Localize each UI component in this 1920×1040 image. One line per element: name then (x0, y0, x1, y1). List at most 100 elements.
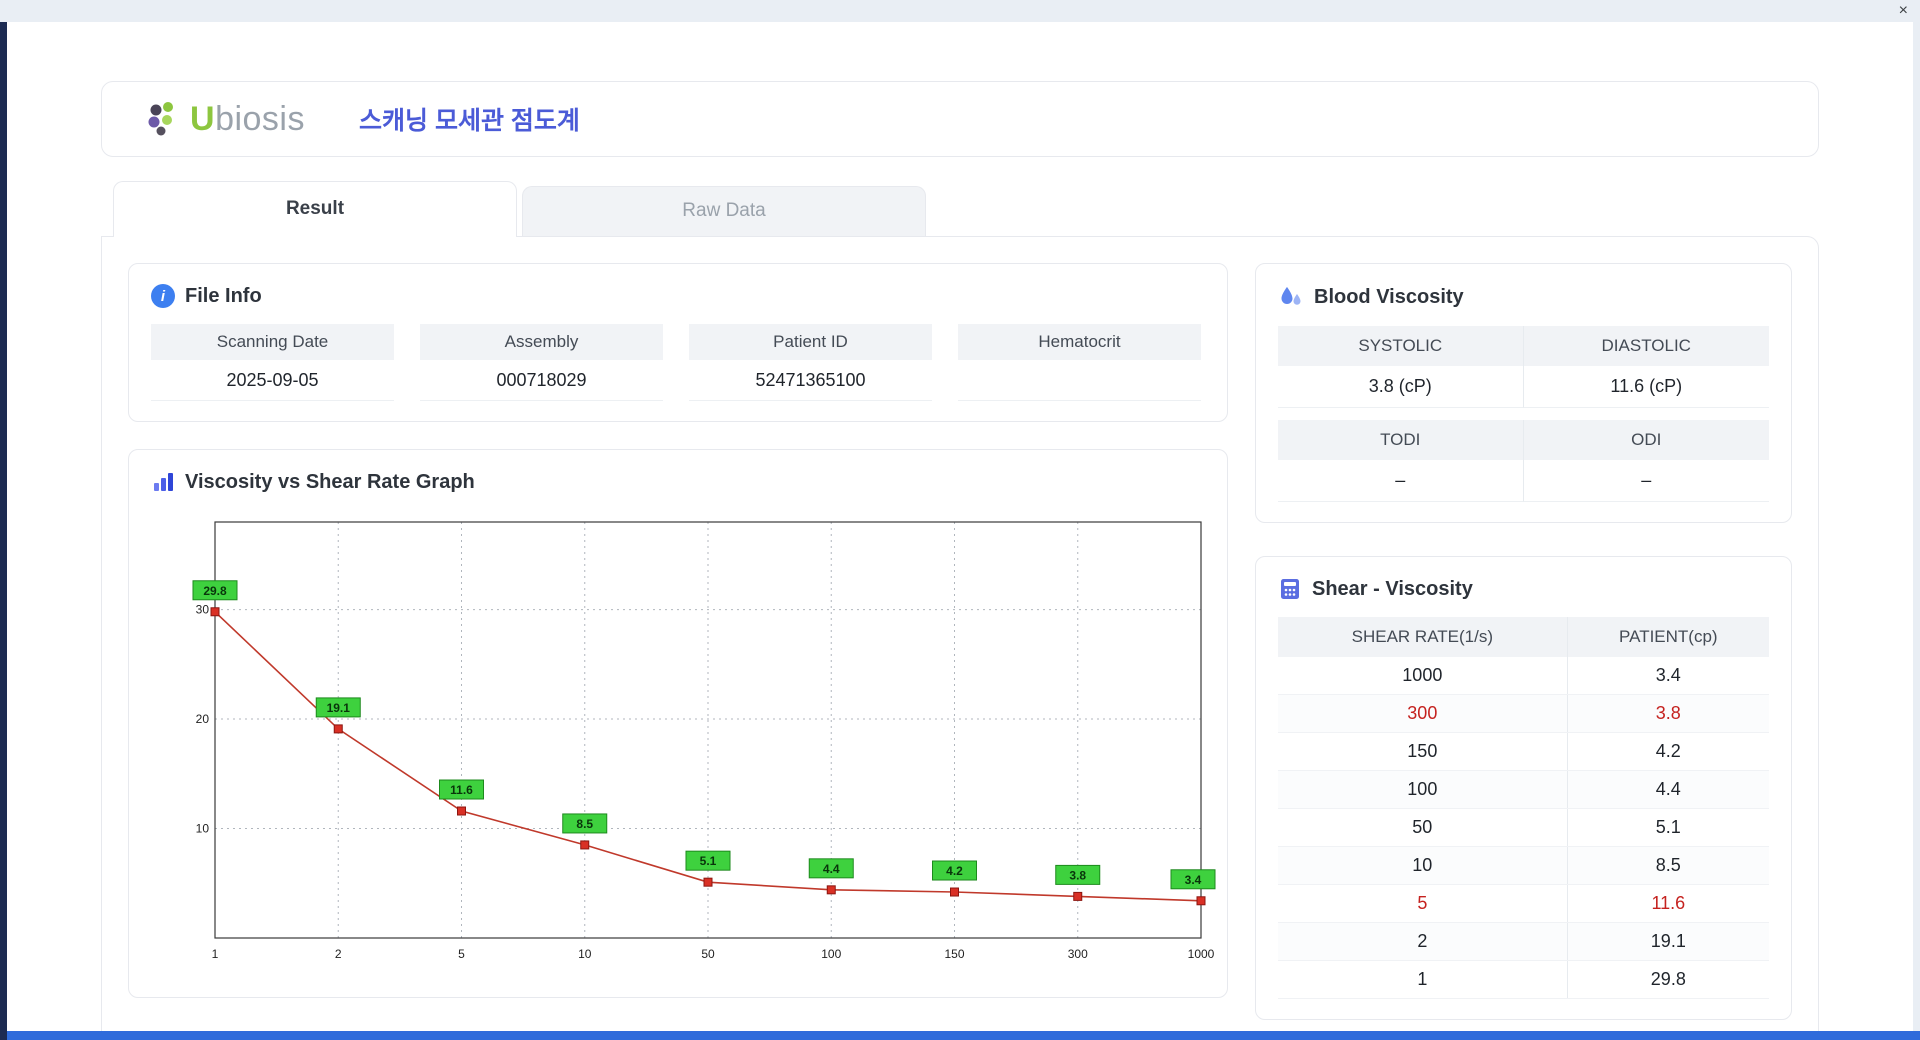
grape-cluster-icon (148, 102, 173, 136)
field-value: 000718029 (420, 360, 663, 401)
right-column: Blood Viscosity SYSTOLIC DIASTOLIC 3.8 (cP… (1255, 263, 1792, 1020)
sv-shear-rate: 300 (1278, 694, 1568, 733)
sv-column-header: PATIENT(cp) (1567, 617, 1769, 657)
logo-text: Ubiosis (190, 99, 305, 138)
sv-shear-rate: 100 (1278, 770, 1568, 809)
svg-text:11.6: 11.6 (450, 783, 473, 797)
graph-card: Viscosity vs Shear Rate Graph 10 20 30 29.8… (128, 449, 1228, 998)
sv-table-row: 5 11.6 (1278, 884, 1769, 923)
viscosity-chart: 10 20 30 29.8 19.1 11.6 8.5 5.1 4.4 4.2 3.8 3.4 1 2 5 1… (177, 510, 1216, 977)
svg-text:3.4: 3.4 (1185, 873, 1202, 887)
bv-metric-value: – (1523, 460, 1769, 502)
sv-table-row: 50 5.1 (1278, 808, 1769, 847)
sv-patient-value: 5.1 (1567, 808, 1769, 847)
blood-viscosity-grid: SYSTOLIC DIASTOLIC 3.8 (cP) 11.6 (cP) TODI OD… (1278, 326, 1769, 502)
svg-text:100: 100 (821, 947, 841, 961)
shear-viscosity-header: Shear - Viscosity (1278, 577, 1769, 601)
svg-text:2: 2 (335, 947, 342, 961)
bv-metric-value: 11.6 (cP) (1523, 366, 1769, 408)
file-info-field: Hematocrit (958, 324, 1201, 401)
blood-viscosity-group: TODI ODI – – (1278, 420, 1769, 502)
sv-patient-value: 11.6 (1567, 884, 1769, 923)
svg-text:4.4: 4.4 (823, 862, 840, 876)
sv-table-row: 1000 3.4 (1278, 657, 1769, 695)
header-card: Ubiosis 스캐닝 모세관 점도계 (101, 81, 1819, 157)
sv-shear-rate: 1000 (1278, 657, 1568, 695)
sv-table-row: 150 4.2 (1278, 732, 1769, 771)
blood-viscosity-card: Blood Viscosity SYSTOLIC DIASTOLIC 3.8 (cP… (1255, 263, 1792, 523)
droplet-icon (1281, 287, 1301, 305)
svg-text:5: 5 (458, 947, 465, 961)
sv-table-row: 10 8.5 (1278, 846, 1769, 885)
bv-metric-label: DIASTOLIC (1523, 326, 1769, 366)
field-label: Scanning Date (151, 324, 394, 360)
shear-viscosity-card: Shear - Viscosity SHEAR RATE(1/s) PATIENT… (1255, 556, 1792, 1020)
sv-patient-value: 29.8 (1567, 960, 1769, 999)
app-title: 스캐닝 모세관 점도계 (359, 107, 580, 135)
field-value: 52471365100 (689, 360, 932, 401)
svg-text:10: 10 (196, 822, 210, 836)
file-info-title: File Info (185, 284, 262, 307)
svg-text:19.1: 19.1 (327, 701, 351, 715)
svg-text:8.5: 8.5 (576, 817, 593, 831)
sv-shear-rate: 150 (1278, 732, 1568, 771)
field-label: Patient ID (689, 324, 932, 360)
table-icon (1281, 579, 1299, 599)
sv-patient-value: 19.1 (1567, 922, 1769, 961)
bv-metric-label: TODI (1278, 420, 1524, 460)
file-info-card: i File Info Scanning Date 2025-09-05 Assem… (128, 263, 1228, 422)
tab-bar: Result Raw Data (101, 181, 1819, 237)
svg-text:1: 1 (212, 947, 219, 961)
file-info-fields: Scanning Date 2025-09-05 Assembly 000718029… (151, 324, 1205, 401)
sv-table-row: 300 3.8 (1278, 694, 1769, 733)
svg-text:1000: 1000 (1188, 947, 1215, 961)
sv-shear-rate: 50 (1278, 808, 1568, 847)
blood-viscosity-group: SYSTOLIC DIASTOLIC 3.8 (cP) 11.6 (cP) (1278, 326, 1769, 408)
svg-text:29.8: 29.8 (203, 584, 227, 598)
file-info-field: Assembly 000718029 (420, 324, 663, 401)
sv-patient-value: 4.2 (1567, 732, 1769, 771)
blood-viscosity-header: Blood Viscosity (1278, 284, 1769, 310)
shear-viscosity-title: Shear - Viscosity (1312, 577, 1473, 600)
graph-header: Viscosity vs Shear Rate Graph (151, 470, 1205, 494)
file-info-field: Scanning Date 2025-09-05 (151, 324, 394, 401)
svg-text:4.2: 4.2 (946, 864, 963, 878)
sv-patient-value: 4.4 (1567, 770, 1769, 809)
sv-shear-rate: 2 (1278, 922, 1568, 961)
shear-viscosity-table: SHEAR RATE(1/s) PATIENT(cp) 1000 3.4 300 3.8 1… (1278, 617, 1769, 999)
svg-text:300: 300 (1068, 947, 1088, 961)
graph-title: Viscosity vs Shear Rate Graph (185, 470, 475, 493)
sv-table-row: 100 4.4 (1278, 770, 1769, 809)
file-info-header: i File Info (151, 284, 1205, 308)
sv-shear-rate: 10 (1278, 846, 1568, 885)
sv-patient-value: 8.5 (1567, 846, 1769, 885)
content-card: i File Info Scanning Date 2025-09-05 Assem… (101, 236, 1819, 1040)
info-icon: i (151, 284, 175, 308)
left-column: i File Info Scanning Date 2025-09-05 Assem… (128, 263, 1228, 1020)
bv-metric-value: – (1278, 460, 1524, 502)
taskbar-edge (0, 1031, 1920, 1040)
field-value: 2025-09-05 (151, 360, 394, 401)
field-label: Hematocrit (958, 324, 1201, 360)
app-content: Ubiosis 스캐닝 모세관 점도계 Result Raw Data i Fi… (101, 22, 1819, 1040)
sv-patient-value: 3.8 (1567, 694, 1769, 733)
sv-table-row: 2 19.1 (1278, 922, 1769, 961)
tab-raw-data[interactable]: Raw Data (522, 186, 926, 236)
sv-patient-value: 3.4 (1567, 657, 1769, 695)
bar-chart-icon (154, 473, 173, 491)
app-window: Ubiosis 스캐닝 모세관 점도계 Result Raw Data i Fi… (7, 22, 1913, 1040)
close-icon[interactable]: × (1899, 2, 1908, 20)
sv-table-row: 1 29.8 (1278, 960, 1769, 999)
file-info-field: Patient ID 52471365100 (689, 324, 932, 401)
svg-text:150: 150 (944, 947, 964, 961)
blood-viscosity-title: Blood Viscosity (1314, 285, 1464, 308)
bv-metric-label: SYSTOLIC (1278, 326, 1524, 366)
tab-result[interactable]: Result (113, 181, 517, 237)
svg-text:3.8: 3.8 (1069, 868, 1086, 882)
field-label: Assembly (420, 324, 663, 360)
sv-shear-rate: 1 (1278, 960, 1568, 999)
bv-metric-label: ODI (1523, 420, 1769, 460)
desktop-left-edge (0, 20, 7, 1040)
sv-shear-rate: 5 (1278, 884, 1568, 923)
ubiosis-logo: Ubiosis (144, 99, 305, 139)
